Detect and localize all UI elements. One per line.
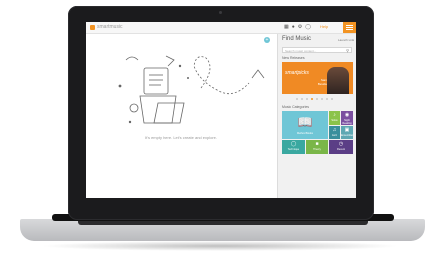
carousel-dot[interactable]: [306, 98, 308, 100]
search-icon[interactable]: ⚲: [346, 48, 349, 54]
find-music-sidebar: Find Music Launch Link Search music cont…: [277, 34, 356, 198]
music-note-icon: ♪: [333, 112, 336, 118]
top-bar: smartmusic ▦ ● ⚙ ◯ Help: [86, 22, 356, 34]
tile-solos[interactable]: ♪ Solos: [329, 111, 340, 125]
logo-icon: [90, 25, 95, 30]
banner-artist-name: Sam Bevide: [317, 78, 327, 86]
settings-icon[interactable]: ⚙: [298, 24, 302, 30]
category-tiles: 📖 Method Books ♪ Solos ◉ Sight Reading ♫…: [282, 111, 353, 171]
tile-jazz[interactable]: ♫ Jazz: [329, 126, 340, 139]
search-placeholder: Search music content...: [285, 49, 317, 53]
carousel-dot[interactable]: [316, 98, 318, 100]
menu-button[interactable]: [343, 22, 356, 33]
artist-photo: [327, 67, 349, 94]
group-icon: ▣: [344, 127, 350, 133]
laptop-lid: smartmusic ▦ ● ⚙ ◯ Help + It's empty her…: [68, 6, 374, 220]
sax-icon: ♫: [332, 127, 337, 133]
help-link[interactable]: Help: [320, 24, 328, 29]
section-music-categories: Music Categories: [282, 105, 310, 109]
tile-label: Jazz: [331, 134, 338, 137]
tile-label: Solos: [331, 119, 338, 122]
tile-technique[interactable]: ◯ Technique: [282, 140, 305, 154]
tile-label: Technique: [287, 148, 300, 151]
tile-label: Ensembles: [341, 134, 354, 137]
featured-banner[interactable]: smartpicks Sam Bevide: [282, 62, 353, 94]
clock-icon: ◷: [338, 141, 344, 147]
camera: [219, 11, 222, 14]
carousel-dot[interactable]: [296, 98, 298, 100]
tile-label: Theory: [313, 148, 321, 151]
app-screen: smartmusic ▦ ● ⚙ ◯ Help + It's empty her…: [86, 22, 356, 198]
empty-state-illustration: [118, 55, 265, 124]
carousel-dot[interactable]: [331, 98, 333, 100]
menu-icon-bar: [346, 25, 353, 26]
bell-icon[interactable]: ●: [292, 24, 295, 30]
tile-ensembles[interactable]: ▣ Ensembles: [341, 126, 353, 139]
empty-state-text: It's empty here. Let's create and explor…: [144, 135, 217, 140]
section-new-releases: New Releases: [282, 56, 305, 60]
tile-label: Recent: [337, 148, 345, 151]
carousel-dot[interactable]: [301, 98, 303, 100]
tile-label: Sight Reading: [342, 119, 352, 125]
eye-icon: ◉: [344, 112, 350, 118]
carousel-dot[interactable]: [321, 98, 323, 100]
carousel-dots: [296, 98, 333, 100]
main-content: + It's empty here. Let's create and expl…: [86, 34, 276, 198]
search-input[interactable]: Search music content... ⚲: [282, 47, 352, 53]
menu-icon-bar: [346, 29, 353, 30]
banner-title: smartpicks: [285, 70, 309, 76]
add-button[interactable]: +: [264, 37, 270, 43]
grid-icon[interactable]: ▦: [284, 24, 289, 30]
sidebar-link[interactable]: Launch Link: [338, 38, 354, 42]
tile-method-books[interactable]: 📖 Method Books: [282, 111, 328, 139]
carousel-dot-active[interactable]: [311, 98, 313, 100]
metronome-icon: ◯: [290, 141, 297, 147]
book-icon: 📖: [297, 115, 313, 129]
top-icons: ▦ ● ⚙ ◯: [284, 24, 311, 30]
theory-icon: ■: [315, 141, 319, 147]
laptop-shadow: [40, 241, 400, 251]
tile-label: Method Books: [297, 132, 313, 135]
sidebar-title: Find Music: [282, 36, 312, 42]
user-icon[interactable]: ◯: [305, 24, 311, 30]
brand-name: smartmusic: [97, 24, 123, 30]
tile-theory[interactable]: ■ Theory: [306, 140, 328, 154]
tile-sight-reading[interactable]: ◉ Sight Reading: [341, 111, 353, 125]
tile-recent[interactable]: ◷ Recent: [329, 140, 353, 154]
menu-icon-bar: [346, 27, 353, 28]
carousel-dot[interactable]: [326, 98, 328, 100]
